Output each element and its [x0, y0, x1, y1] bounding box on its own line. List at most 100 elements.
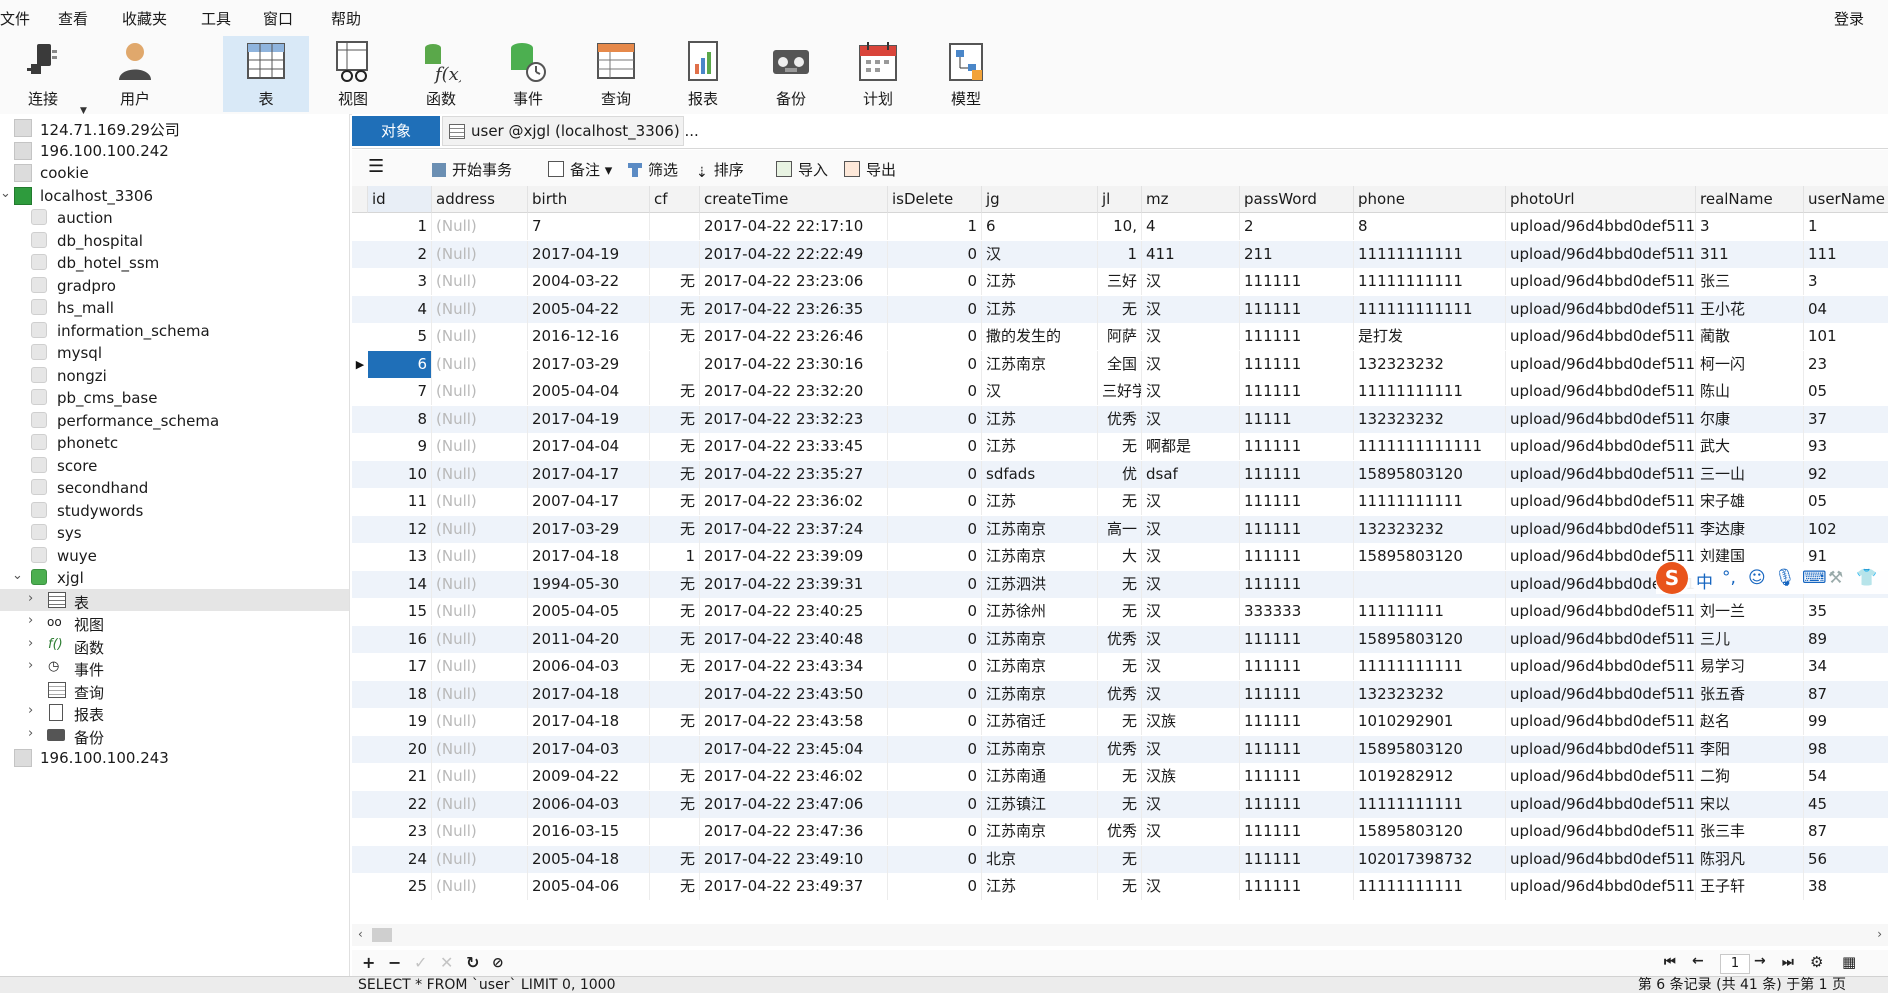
cell-isDelete[interactable]: 0: [888, 790, 982, 818]
cell-mz[interactable]: 汉: [1142, 570, 1240, 598]
menu-view[interactable]: 查看: [58, 8, 88, 29]
cell-phone[interactable]: 15895803120: [1354, 818, 1506, 845]
cell-address[interactable]: (Null): [432, 653, 528, 680]
cell-cf[interactable]: [650, 350, 700, 378]
cell-phone[interactable]: 15895803120: [1354, 625, 1506, 653]
cell-passWord[interactable]: 11111: [1240, 405, 1354, 433]
cell-userName[interactable]: 92: [1804, 461, 1888, 488]
cell-passWord[interactable]: 2: [1240, 213, 1354, 240]
cell-cf[interactable]: 1: [650, 543, 700, 570]
cell-userName[interactable]: 54: [1804, 763, 1888, 790]
table-row[interactable]: 20 (Null) 2017-04-03 2017-04-22 23:45:04 0 江苏…: [352, 735, 1888, 763]
settings-gear-icon[interactable]: ⚙: [1810, 953, 1823, 971]
cell-jg[interactable]: 江苏泗洪: [982, 570, 1098, 598]
cell-passWord[interactable]: 111111: [1240, 653, 1354, 680]
cell-photoUrl[interactable]: upload/96d4bbd0def511: [1506, 350, 1696, 378]
cell-id[interactable]: 6: [368, 350, 432, 378]
cell-address[interactable]: (Null): [432, 818, 528, 845]
cell-userName[interactable]: 23: [1804, 351, 1888, 378]
table-row[interactable]: 12 (Null) 2017-03-29 无 2017-04-22 23:37:24 0 江…: [352, 515, 1888, 543]
cell-mz[interactable]: dsaf: [1142, 460, 1240, 488]
cell-phone[interactable]: [1354, 570, 1506, 598]
column-header-createTime[interactable]: createTime: [700, 186, 888, 213]
tab-user-table[interactable]: user @xjgl (localhost_3306) ...: [442, 116, 699, 146]
nav-group-tables[interactable]: › 表: [0, 589, 349, 612]
nav-group-functions[interactable]: › f() 函数: [0, 634, 349, 657]
cell-phone[interactable]: 11111111111: [1354, 790, 1506, 818]
cell-passWord[interactable]: 211: [1240, 240, 1354, 268]
toolbar-report-button[interactable]: 报表: [660, 36, 746, 112]
toolbar-table-button[interactable]: 表: [223, 36, 309, 112]
cell-createTime[interactable]: 2017-04-22 23:23:06: [700, 268, 888, 295]
cell-mz[interactable]: 汉: [1142, 653, 1240, 680]
cell-realName[interactable]: 李达康: [1696, 515, 1804, 543]
cell-photoUrl[interactable]: upload/96d4bbd0def511: [1506, 653, 1696, 680]
cell-isDelete[interactable]: 0: [888, 323, 982, 350]
cell-mz[interactable]: 汉: [1142, 873, 1240, 900]
column-header-mz[interactable]: mz: [1142, 186, 1240, 213]
cell-jg[interactable]: 撒的发生的: [982, 323, 1098, 350]
cell-birth[interactable]: 2006-04-03: [528, 653, 650, 680]
cell-mz[interactable]: 汉: [1142, 268, 1240, 295]
cell-photoUrl[interactable]: upload/96d4bbd0def511: [1506, 240, 1696, 268]
cell-passWord[interactable]: 111111: [1240, 543, 1354, 570]
cell-address[interactable]: (Null): [432, 405, 528, 433]
cell-mz[interactable]: 汉: [1142, 323, 1240, 350]
cell-mz[interactable]: 汉: [1142, 350, 1240, 378]
column-header-jl[interactable]: jl: [1098, 186, 1142, 213]
cell-userName[interactable]: 35: [1804, 598, 1888, 625]
cell-jl[interactable]: 1: [1098, 240, 1142, 268]
nav-group-events[interactable]: › ◷ 事件: [0, 656, 349, 679]
cell-createTime[interactable]: 2017-04-22 23:43:34: [700, 653, 888, 680]
cell-birth[interactable]: 2017-04-19: [528, 405, 650, 433]
cell-realName[interactable]: 武大: [1696, 433, 1804, 460]
cell-isDelete[interactable]: 0: [888, 625, 982, 653]
cell-isDelete[interactable]: 0: [888, 680, 982, 708]
cell-realName[interactable]: 李阳: [1696, 735, 1804, 763]
cell-address[interactable]: (Null): [432, 268, 528, 295]
cell-photoUrl[interactable]: upload/96d4bbd0def511: [1506, 873, 1696, 900]
cell-mz[interactable]: 汉族: [1142, 708, 1240, 735]
cell-id[interactable]: 19: [368, 708, 432, 735]
cell-jl[interactable]: 无: [1098, 570, 1142, 598]
column-header-cf[interactable]: cf: [650, 186, 700, 213]
cell-mz[interactable]: 汉: [1142, 295, 1240, 323]
cell-passWord[interactable]: 111111: [1240, 680, 1354, 708]
cell-cf[interactable]: 无: [650, 460, 700, 488]
cell-jg[interactable]: 江苏镇江: [982, 790, 1098, 818]
cell-jl[interactable]: 无: [1098, 763, 1142, 790]
nav-database[interactable]: db_hospital: [0, 229, 349, 251]
cell-address[interactable]: (Null): [432, 515, 528, 543]
menu-window[interactable]: 窗口: [263, 8, 293, 29]
cell-passWord[interactable]: 111111: [1240, 873, 1354, 900]
chevron-right-icon[interactable]: ›: [28, 726, 33, 741]
cell-jl[interactable]: 10,: [1098, 213, 1142, 240]
cell-isDelete[interactable]: 0: [888, 735, 982, 763]
cell-mz[interactable]: 汉: [1142, 488, 1240, 515]
cell-address[interactable]: (Null): [432, 240, 528, 268]
cell-birth[interactable]: 2005-04-06: [528, 873, 650, 900]
cell-birth[interactable]: 2017-04-04: [528, 433, 650, 460]
cell-createTime[interactable]: 2017-04-22 23:47:06: [700, 790, 888, 818]
nav-connection-open[interactable]: ⌄ localhost_3306: [0, 184, 349, 206]
begin-transaction-button[interactable]: 开始事务: [432, 159, 512, 180]
hamburger-menu-icon[interactable]: ☰: [368, 156, 384, 177]
next-page-icon[interactable]: →: [1754, 953, 1766, 969]
cell-address[interactable]: (Null): [432, 488, 528, 515]
cell-userName[interactable]: 05: [1804, 378, 1888, 405]
cell-phone[interactable]: 11111111111: [1354, 653, 1506, 680]
table-row[interactable]: 24 (Null) 2005-04-18 无 2017-04-22 23:49:10 0 北…: [352, 845, 1888, 873]
cell-address[interactable]: (Null): [432, 625, 528, 653]
ime-punctuation-icon[interactable]: °,: [1722, 568, 1736, 588]
cell-id[interactable]: 12: [368, 515, 432, 543]
nav-database[interactable]: performance_schema: [0, 409, 349, 431]
nav-database[interactable]: wuye: [0, 544, 349, 566]
cell-id[interactable]: 4: [368, 295, 432, 323]
cell-birth[interactable]: 2017-03-29: [528, 515, 650, 543]
cell-birth[interactable]: 7: [528, 213, 650, 240]
cell-createTime[interactable]: 2017-04-22 23:35:27: [700, 460, 888, 488]
cell-isDelete[interactable]: 0: [888, 708, 982, 735]
cell-id[interactable]: 22: [368, 790, 432, 818]
cell-mz[interactable]: 汉: [1142, 515, 1240, 543]
cell-isDelete[interactable]: 0: [888, 295, 982, 323]
